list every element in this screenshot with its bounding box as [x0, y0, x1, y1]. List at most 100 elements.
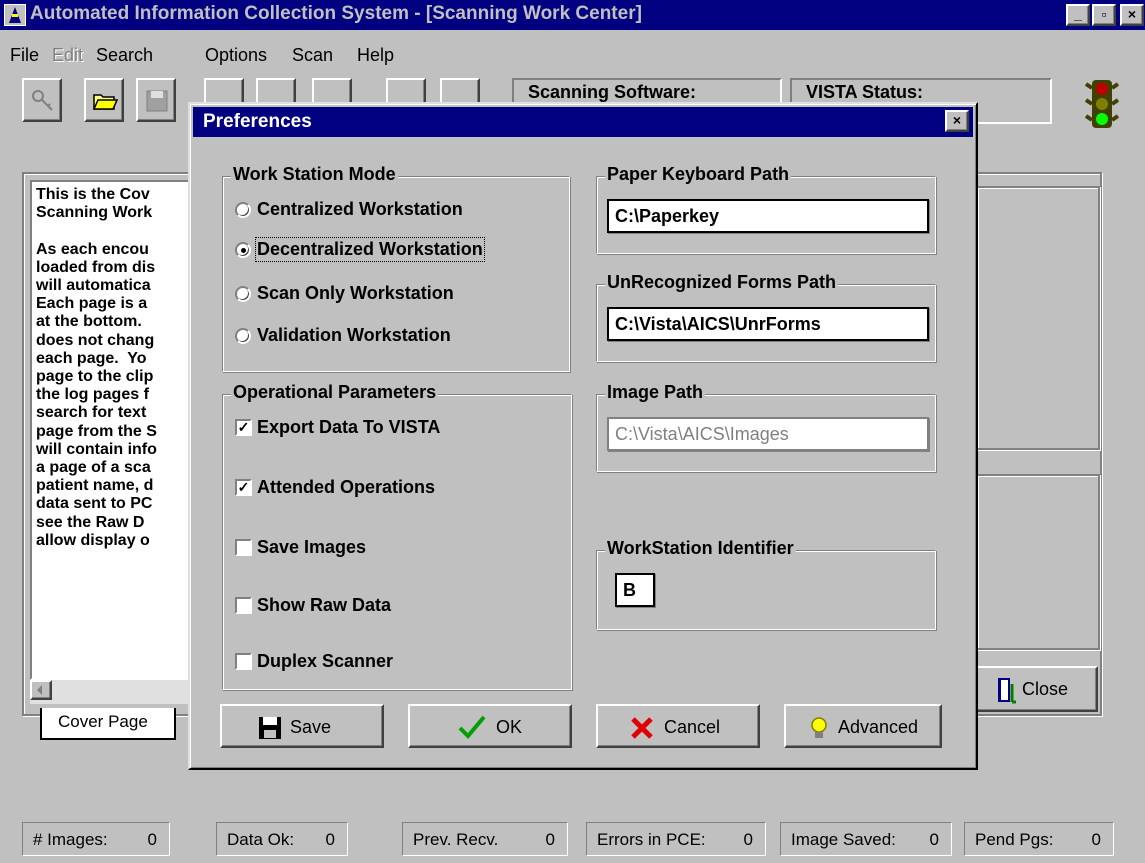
operational-parameters-group: Operational Parameters ✓ Export Data To …: [222, 382, 572, 690]
cover-page-line: patient name, d: [36, 477, 154, 495]
radio-scan-only-label: Scan Only Workstation: [257, 283, 454, 303]
save-button[interactable]: Save: [220, 704, 384, 748]
workstation-identifier-label: WorkStation Identifier: [605, 538, 796, 559]
cover-page-line: will contain info: [36, 440, 157, 458]
right-panel-top: [976, 186, 1100, 450]
tab-cover-page[interactable]: Cover Page: [40, 708, 176, 740]
cover-page-line: loaded from dis: [36, 258, 156, 276]
key-icon: [32, 90, 53, 111]
paper-keyboard-path-input[interactable]: C:\Paperkey: [607, 199, 929, 233]
radio-centralized-label: Centralized Workstation: [257, 199, 463, 219]
check-show-raw-data-label: Show Raw Data: [257, 595, 392, 615]
workstation-identifier-input[interactable]: B: [615, 573, 655, 607]
ok-button[interactable]: OK: [408, 704, 572, 748]
menu-scan[interactable]: Scan: [292, 45, 333, 66]
check-show-raw-data-box[interactable]: [235, 597, 252, 614]
checkmark-icon: [458, 715, 486, 739]
menu-file[interactable]: File: [10, 45, 39, 66]
app-icon[interactable]: [4, 4, 26, 26]
check-save-images-label: Save Images: [257, 537, 367, 557]
open-folder-button[interactable]: [84, 78, 124, 122]
restore-button[interactable]: ▫: [1092, 4, 1116, 26]
check-attended-operations-label: Attended Operations: [257, 477, 436, 497]
tab-cover-page-label: Cover Page: [58, 712, 148, 731]
status-pend-pgs-value: 0: [1091, 830, 1101, 849]
workstation-identifier-group: WorkStation Identifier B: [596, 538, 936, 630]
floppy-icon: [259, 717, 281, 739]
save-tool-button[interactable]: [136, 78, 176, 122]
radio-centralized-button[interactable]: [235, 202, 251, 218]
paper-keyboard-path-group: Paper Keyboard Path C:\Paperkey: [596, 164, 936, 254]
check-export-data-box[interactable]: ✓: [235, 419, 252, 436]
dialog-title-bar: Preferences ×: [193, 107, 973, 137]
status-data-ok-value: 0: [325, 830, 335, 849]
menu-help[interactable]: Help: [357, 45, 394, 66]
traffic-light-icon: [1084, 78, 1120, 130]
status-prev-recv-value: 0: [545, 830, 555, 849]
ok-button-label: OK: [496, 717, 523, 737]
status-pend-pgs: Pend Pgs: 0: [964, 822, 1114, 856]
menu-options[interactable]: Options: [205, 45, 267, 66]
cancel-button[interactable]: Cancel: [596, 704, 760, 748]
scroll-left-arrow[interactable]: [30, 680, 52, 700]
unrecognized-forms-path-label: UnRecognized Forms Path: [605, 272, 839, 293]
image-path-group: Image Path C:\Vista\AICS\Images: [596, 382, 936, 472]
left-arrow-icon: [37, 685, 42, 695]
unrecognized-forms-path-group: UnRecognized Forms Path C:\Vista\AICS\Un…: [596, 272, 936, 362]
cover-page-line: [36, 222, 210, 240]
advanced-button-label: Advanced: [838, 717, 919, 737]
menu-edit[interactable]: Edit: [52, 45, 83, 66]
dialog-close-button[interactable]: ×: [945, 110, 969, 132]
close-button-label: Close: [1022, 679, 1069, 699]
cover-page-line: data sent to PC: [36, 495, 153, 513]
status-data-ok: Data Ok: 0: [216, 822, 348, 856]
cover-page-line: at the bottom.: [36, 313, 142, 331]
cover-page-line: a page of a sca: [36, 459, 151, 477]
status-images: # Images: 0: [22, 822, 170, 856]
cover-page-line: page from the S: [36, 422, 157, 440]
dialog-title: Preferences: [203, 111, 312, 132]
status-image-saved-value: 0: [929, 830, 939, 849]
cover-page-line: Scanning Work: [36, 204, 153, 222]
radio-scan-only-button[interactable]: [235, 286, 251, 302]
advanced-button[interactable]: Advanced: [784, 704, 942, 748]
unrecognized-forms-path-input[interactable]: C:\Vista\AICS\UnrForms: [607, 307, 929, 341]
cover-page-line: This is the Cov: [36, 186, 150, 203]
radio-decentralized-label: Decentralized Workstation: [255, 237, 485, 262]
status-errors-pce: Errors in PCE: 0: [586, 822, 766, 856]
status-images-value: 0: [147, 830, 157, 849]
check-duplex-scanner-label: Duplex Scanner: [257, 651, 394, 671]
radio-validation-label: Validation Workstation: [257, 325, 451, 345]
close-window-button[interactable]: ×: [1120, 4, 1144, 26]
radio-decentralized-button[interactable]: [235, 242, 251, 258]
check-export-data-label: Export Data To VISTA: [257, 417, 441, 437]
x-mark-icon: [631, 717, 653, 739]
save-button-label: Save: [290, 717, 332, 737]
preferences-dialog: Preferences × Work Station Mode Centrali…: [188, 102, 978, 770]
status-prev-recv-label: Prev. Recv.: [413, 830, 499, 849]
close-button[interactable]: Close: [974, 666, 1098, 712]
menu-search[interactable]: Search: [96, 45, 153, 66]
folder-icon: [92, 94, 118, 110]
image-path-input[interactable]: C:\Vista\AICS\Images: [607, 417, 929, 451]
work-station-mode-label: Work Station Mode: [231, 164, 398, 185]
vista-status-label: VISTA Status:: [806, 82, 924, 102]
check-duplex-scanner-box[interactable]: [235, 653, 252, 670]
door-icon: [998, 678, 1016, 704]
check-save-images-box[interactable]: [235, 539, 252, 556]
cover-page-line: page to the clip: [36, 368, 154, 386]
status-image-saved: Image Saved: 0: [780, 822, 952, 856]
radio-validation-button[interactable]: [235, 328, 251, 344]
search-tool-button[interactable]: [22, 78, 62, 122]
check-attended-operations-box[interactable]: ✓: [235, 479, 252, 496]
cover-page-line: Each page is a: [36, 295, 148, 313]
cover-page-line: allow display o: [36, 531, 150, 549]
cover-page-line: will automatica: [36, 277, 151, 295]
floppy-icon: [146, 90, 168, 112]
minimize-button[interactable]: _: [1066, 4, 1090, 26]
lightbulb-icon: [811, 717, 827, 738]
status-errors-pce-label: Errors in PCE:: [597, 830, 706, 849]
status-errors-pce-value: 0: [743, 830, 753, 849]
cover-page-line: each page. Yo: [36, 349, 147, 367]
operational-parameters-label: Operational Parameters: [231, 382, 439, 403]
